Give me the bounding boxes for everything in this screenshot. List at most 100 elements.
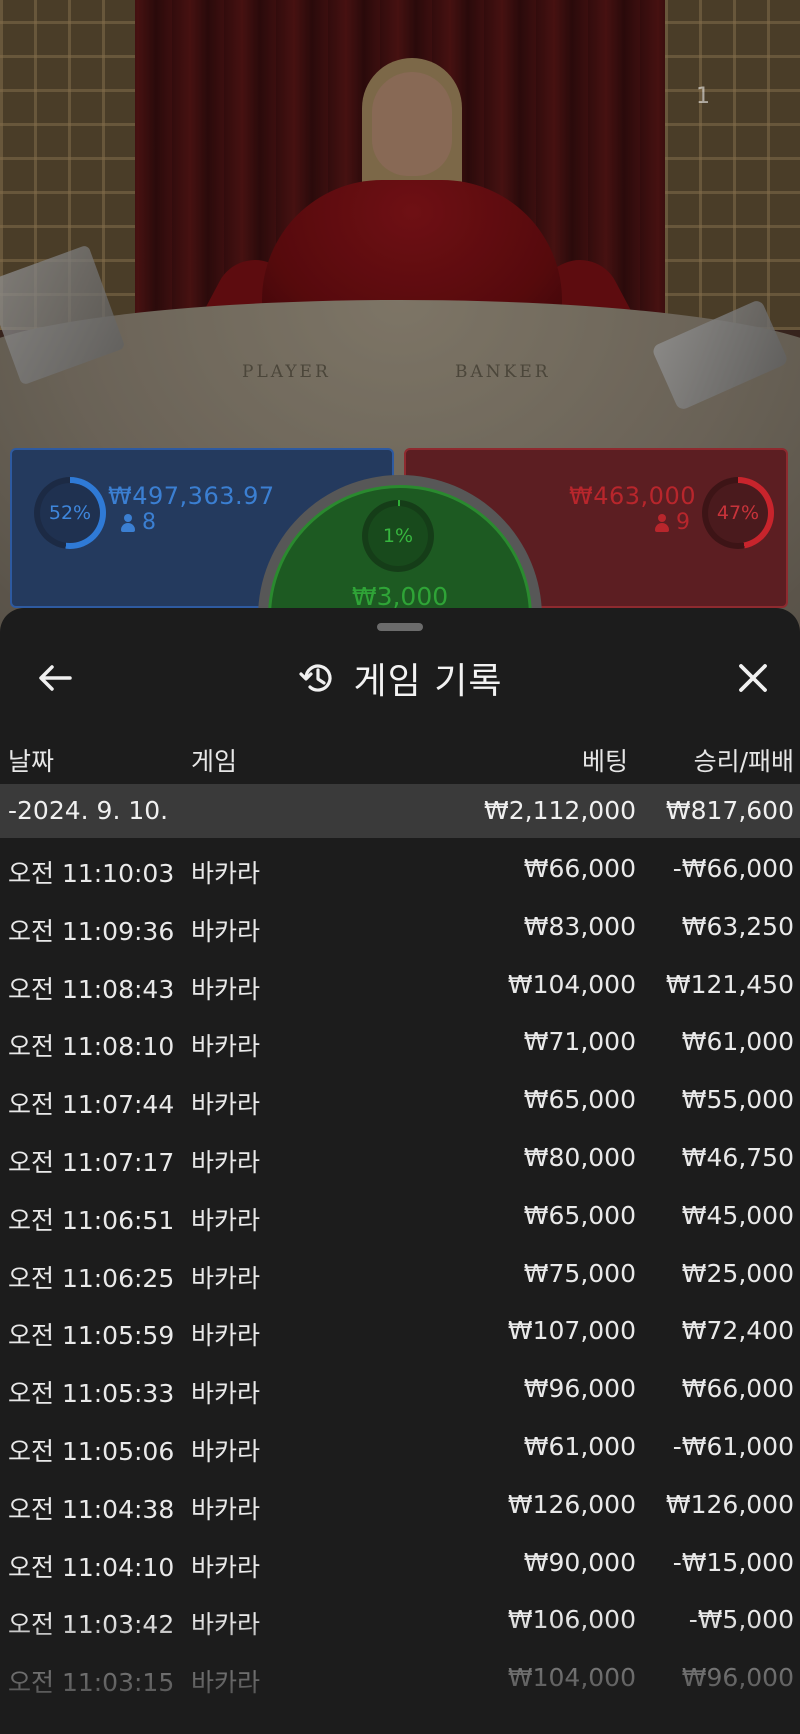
date-group-date: -2024. 9. 10. (8, 796, 169, 825)
banker-percent-ring: 47% (702, 477, 774, 549)
sheet-drag-handle[interactable] (377, 623, 423, 631)
row-bet: ₩66,000 (523, 854, 636, 883)
row-game: 바카라 (191, 1032, 261, 1062)
history-row[interactable]: 오전 11:09:36 바카라 ₩83,000 ₩63,250 (0, 900, 800, 958)
player-percent-ring: 52% (34, 477, 106, 549)
history-row[interactable]: 오전 11:07:17 바카라 ₩80,000 ₩46,750 (0, 1131, 800, 1189)
row-game: 바카라 (191, 1552, 261, 1582)
row-result: ₩61,000 (681, 1027, 794, 1057)
player-bet-amount: ₩497,363.97 (108, 482, 275, 510)
history-list: 오전 11:10:03 바카라 ₩66,000 -₩66,000 오전 11:09:36… (0, 842, 800, 1709)
row-result: ₩96,000 (681, 1663, 794, 1693)
row-time: 오전 11:06:51 (8, 1205, 175, 1235)
row-bet: ₩71,000 (523, 1027, 636, 1057)
row-bet: ₩126,000 (507, 1489, 636, 1519)
sheet-header: 게임 기록 (0, 648, 800, 708)
row-game: 바카라 (191, 1090, 261, 1120)
row-bet: ₩65,000 (523, 1200, 636, 1230)
row-bet: ₩75,000 (523, 1258, 636, 1288)
row-bet: ₩96,000 (523, 1374, 636, 1404)
row-bet: ₩61,000 (523, 1431, 636, 1461)
person-icon (654, 513, 670, 532)
row-time: 오전 11:03:42 (8, 1610, 175, 1640)
row-game: 바카라 (191, 1147, 261, 1177)
row-time: 오전 11:05:33 (8, 1379, 175, 1409)
row-time: 오전 11:03:15 (8, 1668, 175, 1698)
row-time: 오전 11:08:43 (8, 974, 175, 1004)
row-time: 오전 11:09:36 (8, 916, 175, 946)
sheet-title: 게임 기록 (353, 661, 503, 702)
row-result: -₩61,000 (672, 1431, 794, 1461)
column-header-bet: 베팅 (581, 747, 628, 776)
row-result: ₩72,400 (681, 1316, 794, 1346)
row-game: 바카라 (191, 1321, 261, 1351)
game-history-sheet: 게임 기록 날짜 게임 베팅 승리/패배 -2024. 9. 10. ₩2,11… (0, 608, 800, 1734)
row-result: -₩66,000 (672, 854, 794, 883)
banker-bet-amount: ₩463,000 (569, 482, 696, 510)
video-overlay-number: 1 (696, 84, 710, 109)
row-game: 바카라 (191, 974, 261, 1004)
date-group-win-total: ₩817,600 (665, 796, 794, 825)
row-result: ₩45,000 (681, 1200, 794, 1230)
history-row[interactable]: 오전 11:08:43 바카라 ₩104,000 ₩121,450 (0, 958, 800, 1016)
row-result: ₩55,000 (681, 1085, 794, 1115)
row-game: 바카라 (191, 1379, 261, 1409)
banker-bettor-count-value: 9 (676, 510, 690, 535)
row-time: 오전 11:04:38 (8, 1494, 175, 1524)
history-row[interactable]: 오전 11:03:15 바카라 ₩104,000 ₩96,000 (0, 1651, 800, 1709)
tie-percent-ring: 1% (362, 500, 434, 572)
history-row[interactable]: 오전 11:04:38 바카라 ₩126,000 ₩126,000 (0, 1478, 800, 1536)
row-result: ₩126,000 (665, 1489, 794, 1519)
person-icon (120, 513, 136, 532)
row-game: 바카라 (191, 1494, 261, 1524)
row-game: 바카라 (191, 1668, 261, 1698)
row-result: ₩121,450 (665, 969, 794, 999)
row-game: 바카라 (191, 1610, 261, 1640)
row-time: 오전 11:05:06 (8, 1436, 175, 1466)
history-row[interactable]: 오전 11:06:51 바카라 ₩65,000 ₩45,000 (0, 1189, 800, 1247)
history-row[interactable]: 오전 11:07:44 바카라 ₩65,000 ₩55,000 (0, 1073, 800, 1131)
tie-percent: 1% (368, 506, 428, 566)
row-bet: ₩90,000 (523, 1547, 636, 1577)
row-bet: ₩107,000 (507, 1316, 636, 1346)
sheet-title-group: 게임 기록 (0, 648, 800, 708)
column-header-date: 날짜 (8, 747, 55, 776)
row-bet: ₩104,000 (507, 969, 636, 999)
row-bet: ₩104,000 (507, 1663, 636, 1693)
history-row[interactable]: 오전 11:05:06 바카라 ₩61,000 -₩61,000 (0, 1420, 800, 1478)
history-row[interactable]: 오전 11:05:59 바카라 ₩107,000 ₩72,400 (0, 1304, 800, 1362)
tie-bet-amount: ₩3,000 (351, 582, 449, 611)
row-result: ₩25,000 (681, 1258, 794, 1288)
table-header: 날짜 게임 베팅 승리/패배 (0, 738, 800, 780)
history-row[interactable]: 오전 11:10:03 바카라 ₩66,000 -₩66,000 (0, 842, 800, 900)
row-result: ₩46,750 (681, 1142, 794, 1172)
row-bet: ₩80,000 (523, 1142, 636, 1172)
history-row[interactable]: 오전 11:05:33 바카라 ₩96,000 ₩66,000 (0, 1362, 800, 1420)
row-bet: ₩65,000 (523, 1085, 636, 1115)
history-row[interactable]: 오전 11:04:10 바카라 ₩90,000 -₩15,000 (0, 1536, 800, 1594)
close-button[interactable] (728, 656, 778, 700)
history-row[interactable]: 오전 11:08:10 바카라 ₩71,000 ₩61,000 (0, 1015, 800, 1073)
column-header-game: 게임 (191, 747, 238, 776)
player-bettor-count-value: 8 (142, 510, 156, 535)
date-group-bet-total: ₩2,112,000 (484, 796, 636, 825)
row-time: 오전 11:06:25 (8, 1263, 175, 1293)
row-time: 오전 11:04:10 (8, 1552, 175, 1582)
row-game: 바카라 (191, 1263, 261, 1293)
player-bettor-count: 8 (120, 510, 156, 535)
row-time: 오전 11:08:10 (8, 1032, 175, 1062)
column-header-win-loss: 승리/패배 (693, 747, 794, 776)
history-row[interactable]: 오전 11:06:25 바카라 ₩75,000 ₩25,000 (0, 1247, 800, 1305)
row-time: 오전 11:07:17 (8, 1147, 175, 1177)
player-percent: 52% (40, 483, 100, 543)
row-time: 오전 11:07:44 (8, 1090, 175, 1120)
row-result: ₩63,250 (681, 911, 794, 941)
history-row[interactable]: 오전 11:03:42 바카라 ₩106,000 -₩5,000 (0, 1593, 800, 1651)
row-result: ₩66,000 (681, 1374, 794, 1404)
row-bet: ₩83,000 (523, 911, 636, 941)
date-group-row[interactable]: -2024. 9. 10. ₩2,112,000 ₩817,600 (0, 784, 800, 838)
row-game: 바카라 (191, 859, 261, 888)
close-icon (739, 664, 767, 692)
row-game: 바카라 (191, 1436, 261, 1466)
history-icon (298, 664, 332, 692)
